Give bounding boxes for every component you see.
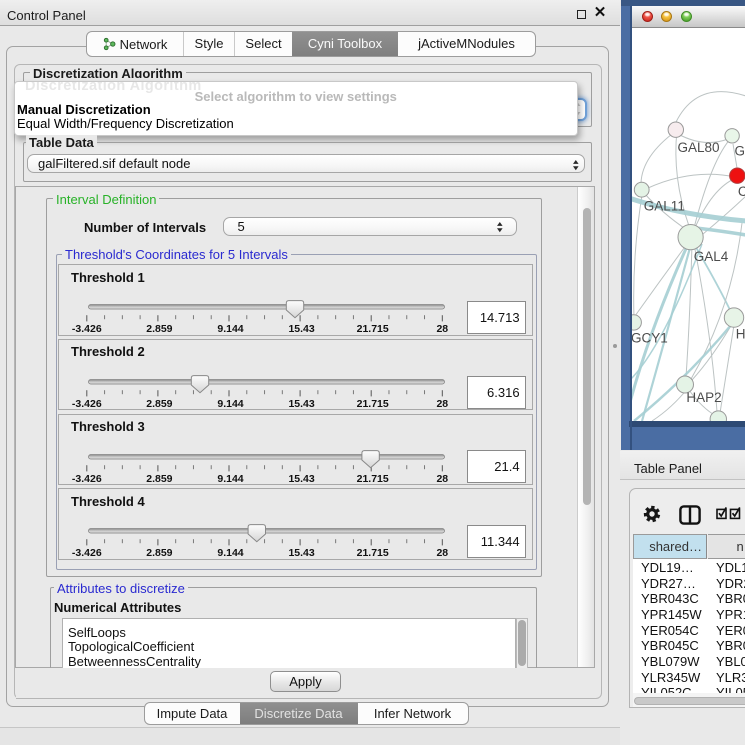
svg-text:-3.426: -3.426 <box>72 473 102 485</box>
svg-text:21.715: 21.715 <box>357 473 389 485</box>
svg-text:2.859: 2.859 <box>146 398 172 410</box>
svg-text:-3.426: -3.426 <box>72 547 102 559</box>
svg-text:21.715: 21.715 <box>357 323 389 335</box>
svg-text:9.144: 9.144 <box>217 547 243 559</box>
svg-text:28: 28 <box>436 323 448 335</box>
svg-text:28: 28 <box>436 547 448 559</box>
svg-text:HAP2: HAP2 <box>686 390 721 405</box>
svg-text:2.859: 2.859 <box>146 473 172 485</box>
svg-text:9.144: 9.144 <box>217 323 243 335</box>
svg-text:GAL80: GAL80 <box>677 140 719 155</box>
svg-text:-3.426: -3.426 <box>72 323 102 335</box>
svg-text:GAL11: GAL11 <box>643 198 684 213</box>
svg-text:21.715: 21.715 <box>357 547 389 559</box>
svg-text:15.43: 15.43 <box>288 323 314 335</box>
svg-text:21.715: 21.715 <box>357 398 389 410</box>
svg-text:GCY1: GCY1 <box>632 331 668 346</box>
svg-text:9.144: 9.144 <box>217 473 243 485</box>
svg-text:C: C <box>737 184 745 199</box>
svg-text:H: H <box>735 326 745 341</box>
svg-text:GAL4: GAL4 <box>693 249 728 264</box>
svg-text:28: 28 <box>436 398 448 410</box>
svg-text:15.43: 15.43 <box>288 473 314 485</box>
svg-text:2.859: 2.859 <box>146 323 172 335</box>
svg-text:2.859: 2.859 <box>146 547 172 559</box>
svg-text:15.43: 15.43 <box>288 547 314 559</box>
svg-text:-3.426: -3.426 <box>72 398 102 410</box>
svg-text:28: 28 <box>436 473 448 485</box>
svg-text:15.43: 15.43 <box>288 398 314 410</box>
svg-text:G.: G. <box>734 143 745 158</box>
svg-text:9.144: 9.144 <box>217 398 243 410</box>
